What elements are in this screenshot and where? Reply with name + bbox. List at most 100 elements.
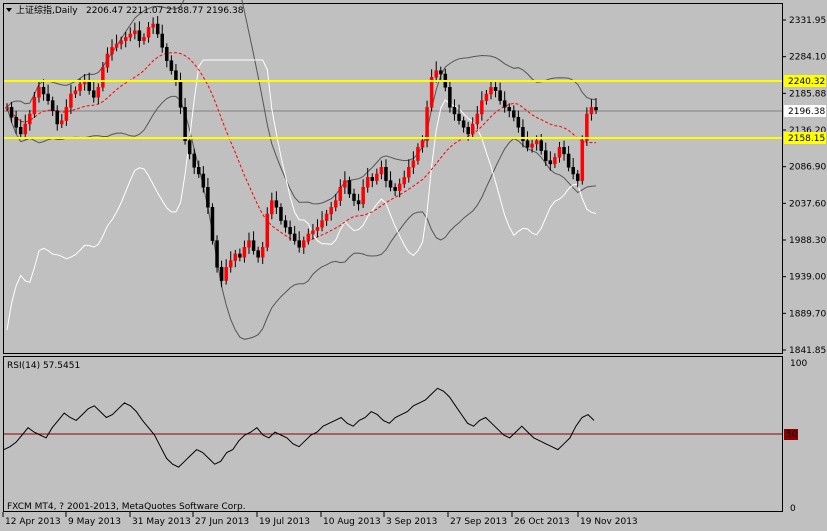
candle-body (5, 107, 9, 109)
candle-body (110, 47, 114, 55)
rsi-level-tag: 50 (786, 430, 798, 440)
candle-body (155, 23, 160, 35)
candle-body (302, 240, 306, 248)
candle-body (283, 220, 288, 228)
candle-body (347, 180, 352, 195)
time-tick-label: 26 Oct 2013 (514, 517, 570, 527)
candle-body (553, 157, 557, 165)
candle-body (87, 80, 91, 91)
candle-body (475, 113, 480, 125)
ohlc-readout: 2206.47 2211.07 2188.77 2196.38 (86, 6, 244, 16)
candle-body (201, 173, 206, 188)
candle-body (571, 167, 575, 175)
time-tick-label: 19 Nov 2013 (580, 517, 638, 527)
candle-body (361, 187, 365, 205)
candle-body (411, 160, 416, 168)
candle-body (233, 253, 238, 261)
candle-body (557, 147, 562, 158)
candle-body (580, 140, 585, 181)
candle-body (512, 110, 516, 118)
candle-body (439, 70, 443, 75)
price-tick-label: 2086.90 (789, 163, 826, 173)
candle-body (96, 87, 101, 98)
candle-body (247, 240, 251, 248)
candle-body (544, 150, 548, 161)
time-tick-label: 27 Sep 2013 (450, 517, 507, 527)
candle-body (64, 107, 69, 121)
candle-body (324, 213, 329, 221)
candle-body (206, 187, 210, 208)
candle-body (279, 207, 283, 221)
time-tick-label: 31 May 2013 (132, 517, 191, 527)
candle-body (466, 127, 470, 135)
candle-body (416, 147, 420, 161)
candle-body (101, 67, 105, 88)
candle-body (251, 240, 256, 251)
candle-body (306, 233, 311, 241)
candle-body (46, 93, 50, 101)
candle-body (197, 167, 201, 175)
candle-body (425, 107, 429, 141)
candle-body (92, 90, 96, 98)
candle-body (288, 227, 292, 235)
candle-body (123, 37, 128, 41)
candle-body (160, 33, 164, 48)
candle-body (470, 123, 475, 135)
candle-body (356, 200, 361, 205)
candle-body (480, 100, 484, 115)
candle-body (192, 153, 196, 168)
time-tick-label: 19 Jul 2013 (259, 517, 310, 527)
candle-body (187, 140, 192, 155)
candle-body (114, 43, 119, 48)
candle-body (493, 87, 498, 91)
candle-body (575, 173, 580, 181)
candle-body (452, 107, 457, 115)
candle-body (60, 120, 64, 125)
candle-body (530, 143, 534, 148)
price-tick-label: 2331.95 (789, 16, 826, 26)
candle-body (265, 213, 270, 248)
candle-body (407, 167, 411, 178)
candle-body (525, 140, 530, 148)
candle-body (370, 177, 375, 181)
candle-body (320, 220, 324, 228)
candle-body (461, 120, 466, 128)
candle-body (375, 173, 379, 181)
resistance-tag: 2240.32 (788, 77, 825, 87)
candle-body (420, 140, 425, 148)
candle-body (594, 107, 598, 111)
rsi-bottom-label: 0 (790, 504, 796, 514)
copyright-text: FXCM MT4, ? 2001-2013, MetaQuotes Softwa… (7, 502, 246, 512)
candle-body (333, 200, 338, 208)
candle-body (32, 97, 37, 115)
candle-body (402, 177, 406, 185)
candle-body (260, 247, 265, 258)
candle-body (297, 240, 301, 248)
rsi-label: RSI(14) 57.5451 (7, 361, 80, 371)
candle-body (142, 37, 146, 41)
window-background (0, 0, 827, 531)
candle-body (242, 247, 247, 258)
candle-body (119, 40, 123, 45)
price-tick-label: 2037.60 (789, 199, 826, 209)
candle-body (393, 187, 397, 191)
candle-body (502, 100, 507, 108)
candle-body (434, 70, 438, 78)
chart-canvas: 2331.952284.102185.882136.202086.902037.… (0, 0, 827, 531)
price-tick-label: 1988.30 (789, 236, 826, 246)
candle-body (169, 60, 174, 71)
candle-body (137, 30, 142, 41)
price-tick-label: 1841.85 (789, 346, 826, 356)
candle-body (352, 193, 356, 201)
candle-body (484, 93, 489, 101)
candle-body (238, 253, 242, 258)
candle-body (589, 107, 594, 115)
candle-body (311, 230, 315, 235)
candle-body (343, 180, 347, 188)
candle-body (183, 107, 187, 141)
candle-body (256, 250, 260, 258)
candle-body (507, 107, 511, 111)
rsi-top-label: 100 (790, 359, 807, 369)
candle-body (270, 200, 274, 215)
candle-body (516, 117, 521, 128)
